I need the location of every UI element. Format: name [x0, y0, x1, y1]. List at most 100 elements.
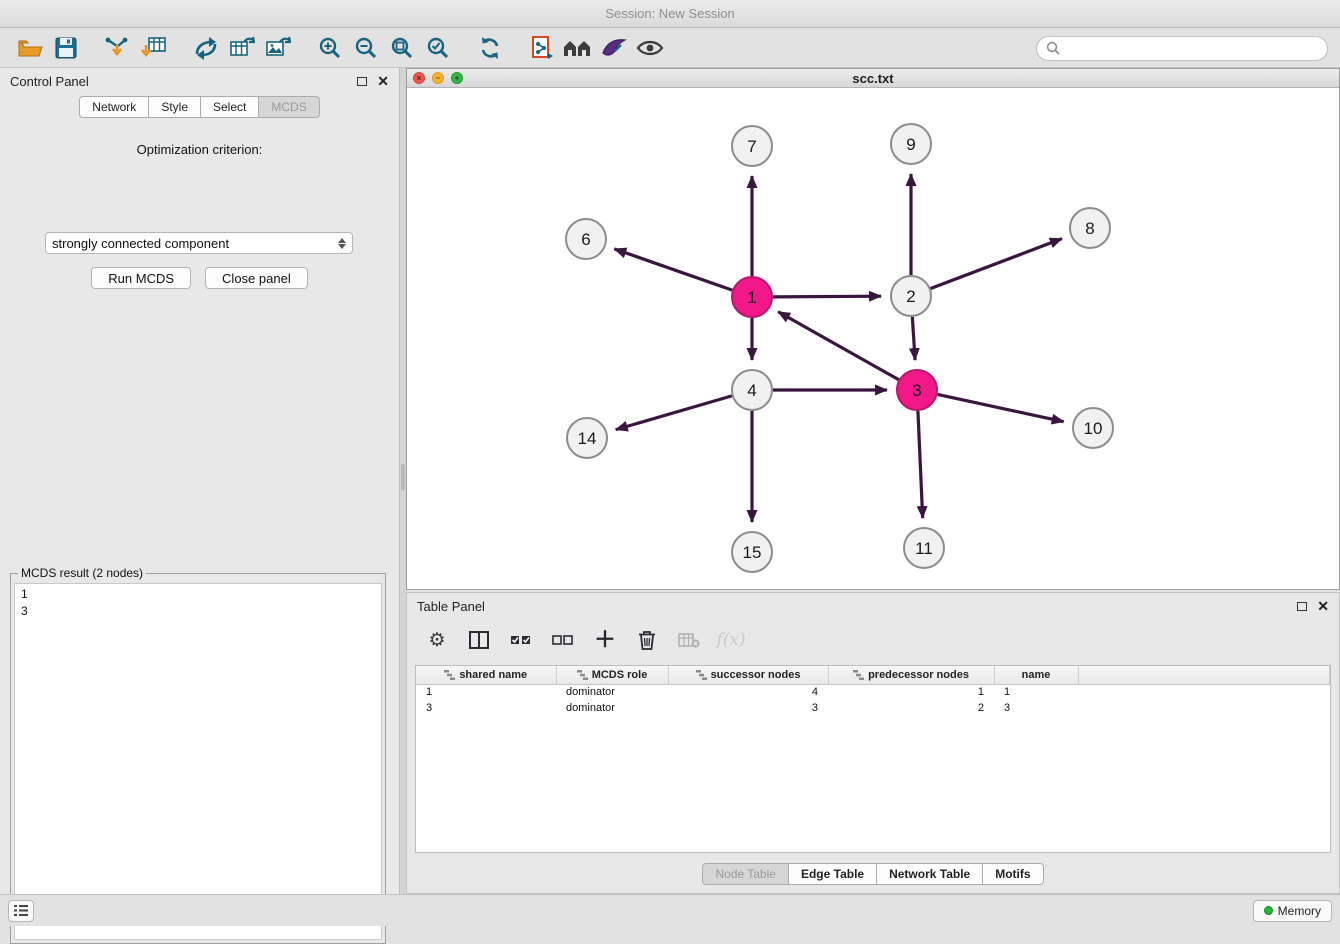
close-panel-icon[interactable]: ✕ [377, 74, 389, 88]
mcds-result-lines[interactable]: 13 [14, 583, 382, 940]
graph-node-14[interactable]: 14 [567, 418, 607, 458]
svg-text:7: 7 [747, 137, 756, 156]
table-panel: Table Panel ✕ ⚙ ＋ f(x) [406, 592, 1340, 894]
show-hide-icon[interactable] [632, 32, 668, 64]
table-row[interactable]: 1dominator411 [416, 684, 1330, 700]
import-table-icon[interactable] [136, 32, 172, 64]
network-graph-canvas[interactable]: 7 9 6 8 1 2 4 3 14 10 15 11 [407, 88, 1339, 589]
node-table[interactable]: shared name MCDS role successor nodes pr… [415, 665, 1331, 853]
table-toolbar: ⚙ ＋ f(x) [407, 619, 1339, 661]
graph-node-8[interactable]: 8 [1070, 208, 1110, 248]
graph-node-2[interactable]: 2 [891, 276, 931, 316]
graph-edge-4-14[interactable] [616, 396, 732, 430]
delete-column-icon[interactable] [633, 626, 661, 654]
table-cell[interactable]: 2 [828, 700, 994, 716]
column-header-mcds-role[interactable]: MCDS role [556, 666, 668, 684]
task-history-button[interactable] [8, 900, 34, 922]
close-panel-button[interactable]: Close panel [205, 267, 308, 289]
svg-text:11: 11 [915, 539, 933, 558]
table-cell[interactable]: 3 [416, 700, 556, 716]
tab-network-table[interactable]: Network Table [876, 863, 982, 885]
export-table-icon[interactable] [224, 32, 260, 64]
float-panel-icon[interactable] [357, 77, 367, 86]
search-box[interactable] [1036, 36, 1328, 61]
graph-edge-3-10[interactable] [938, 394, 1064, 421]
graph-node-11[interactable]: 11 [904, 528, 944, 568]
table-cell[interactable]: dominator [556, 684, 668, 700]
table-cell[interactable]: 3 [994, 700, 1078, 716]
table-cell[interactable]: 1 [994, 684, 1078, 700]
table-panel-tabs: Node Table Edge Table Network Table Moti… [407, 863, 1339, 885]
graph-node-10[interactable]: 10 [1073, 408, 1113, 448]
table-cell[interactable]: 3 [668, 700, 828, 716]
toolbar-separator [508, 48, 524, 49]
deselect-all-columns-icon[interactable] [549, 626, 577, 654]
network-from-clipboard-icon[interactable] [524, 32, 560, 64]
close-table-panel-icon[interactable]: ✕ [1317, 599, 1329, 613]
tab-style[interactable]: Style [148, 96, 200, 118]
search-input[interactable] [1066, 40, 1318, 56]
zoom-selected-icon[interactable] [420, 32, 456, 64]
zoom-window-icon[interactable]: + [451, 72, 463, 84]
graph-node-15[interactable]: 15 [732, 532, 772, 572]
network-arrows-icon[interactable] [188, 32, 224, 64]
tab-motifs[interactable]: Motifs [982, 863, 1043, 885]
control-panel-header: Control Panel ✕ [0, 68, 399, 94]
apply-style-icon[interactable] [596, 32, 632, 64]
main-toolbar [0, 29, 1340, 68]
table-cell[interactable]: 1 [828, 684, 994, 700]
zoom-in-icon[interactable] [312, 32, 348, 64]
tab-network[interactable]: Network [79, 96, 148, 118]
graph-edge-1-2[interactable] [773, 296, 881, 297]
graph-edge-3-1[interactable] [778, 312, 899, 380]
export-image-icon[interactable] [260, 32, 296, 64]
refresh-icon[interactable] [472, 32, 508, 64]
save-session-icon[interactable] [48, 32, 84, 64]
optimization-criterion-value: strongly connected component [52, 236, 229, 251]
first-neighbors-icon[interactable] [560, 32, 596, 64]
zoom-out-icon[interactable] [348, 32, 384, 64]
column-header-predecessor-nodes[interactable]: predecessor nodes [828, 666, 994, 684]
graph-edge-3-11[interactable] [918, 411, 923, 518]
column-header-name[interactable]: name [994, 666, 1078, 684]
svg-text:3: 3 [912, 381, 921, 400]
network-window-titlebar[interactable]: scc.txt × − + [407, 69, 1339, 88]
splitter-grip[interactable] [401, 464, 405, 490]
import-network-icon[interactable] [100, 32, 136, 64]
show-columns-icon[interactable] [465, 626, 493, 654]
table-settings-gear-icon[interactable]: ⚙ [423, 626, 451, 654]
graph-node-3[interactable]: 3 [897, 370, 937, 410]
run-mcds-button[interactable]: Run MCDS [91, 267, 191, 289]
graph-node-1[interactable]: 1 [732, 277, 772, 317]
open-session-icon[interactable] [12, 32, 48, 64]
select-all-columns-icon[interactable] [507, 626, 535, 654]
graph-node-6[interactable]: 6 [566, 219, 606, 259]
tab-node-table[interactable]: Node Table [702, 863, 788, 885]
tab-select[interactable]: Select [200, 96, 258, 118]
table-cell[interactable]: 1 [416, 684, 556, 700]
graph-node-4[interactable]: 4 [732, 370, 772, 410]
column-header-shared-name[interactable]: shared name [416, 666, 556, 684]
control-panel-title: Control Panel [10, 74, 89, 89]
graph-edge-1-6[interactable] [614, 249, 732, 290]
create-column-icon[interactable]: ＋ [591, 626, 619, 654]
close-window-icon[interactable]: × [413, 72, 425, 84]
graph-edge-2-3[interactable] [912, 317, 915, 360]
table-cell[interactable]: dominator [556, 700, 668, 716]
table-cell[interactable]: 4 [668, 684, 828, 700]
graph-edge-2-8[interactable] [931, 239, 1062, 289]
zoom-fit-icon[interactable] [384, 32, 420, 64]
toolbar-separator [172, 48, 188, 49]
tab-mcds[interactable]: MCDS [258, 96, 319, 118]
graph-node-7[interactable]: 7 [732, 126, 772, 166]
memory-button[interactable]: Memory [1253, 900, 1332, 922]
graph-node-9[interactable]: 9 [891, 124, 931, 164]
column-header-successor-nodes[interactable]: successor nodes [668, 666, 828, 684]
mcds-panel-body: Optimization criterion: strongly connect… [0, 142, 399, 912]
float-table-panel-icon[interactable] [1297, 602, 1307, 611]
tab-edge-table[interactable]: Edge Table [788, 863, 876, 885]
table-row[interactable]: 3dominator323 [416, 700, 1330, 716]
minimize-window-icon[interactable]: − [432, 72, 444, 84]
column-header-filler [1078, 666, 1330, 684]
optimization-criterion-select[interactable]: strongly connected component [45, 232, 353, 254]
